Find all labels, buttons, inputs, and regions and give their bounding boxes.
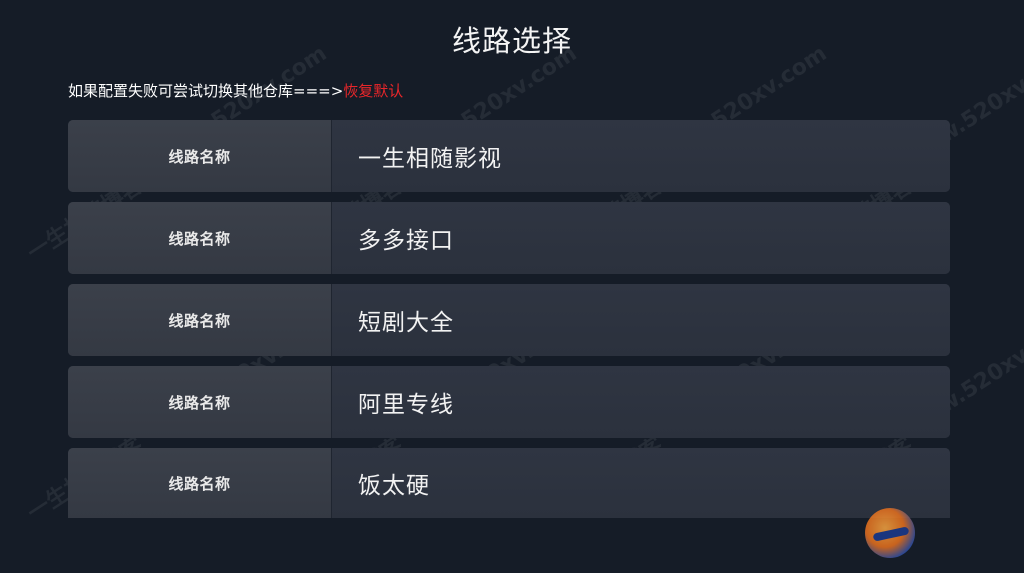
watermark-logo-icon (865, 508, 915, 558)
route-item[interactable]: 线路名称 多多接口 (68, 202, 950, 274)
route-item[interactable]: 线路名称 短剧大全 (68, 284, 950, 356)
route-item[interactable]: 线路名称 饭太硬 (68, 448, 950, 518)
route-name-label: 线路名称 (68, 366, 332, 438)
route-name: 阿里专线 (332, 366, 950, 438)
page-title: 线路选择 (451, 24, 572, 58)
route-item[interactable]: 线路名称 阿里专线 (68, 366, 950, 438)
restore-default-link[interactable]: 恢复默认 (343, 82, 403, 100)
config-hint-text: 如果配置失败可尝试切换其他仓库===> (68, 82, 344, 100)
route-name: 饭太硬 (332, 448, 950, 518)
route-name: 一生相随影视 (332, 120, 950, 192)
route-item[interactable]: 线路名称 一生相随影视 (68, 120, 950, 192)
route-name-label: 线路名称 (68, 120, 332, 192)
app-screen: www.520xv.com www.520xv.com www.520xv.co… (0, 0, 1024, 573)
route-name-label: 线路名称 (68, 202, 332, 274)
config-hint: 如果配置失败可尝试切换其他仓库===>恢复默认 (68, 80, 403, 101)
route-name-label: 线路名称 (68, 284, 332, 356)
route-name-label: 线路名称 (68, 448, 332, 518)
route-list: 线路名称 一生相随影视 线路名称 多多接口 线路名称 短剧大全 线路名称 阿里专… (68, 120, 950, 518)
route-name: 多多接口 (332, 202, 950, 274)
route-name: 短剧大全 (332, 284, 950, 356)
